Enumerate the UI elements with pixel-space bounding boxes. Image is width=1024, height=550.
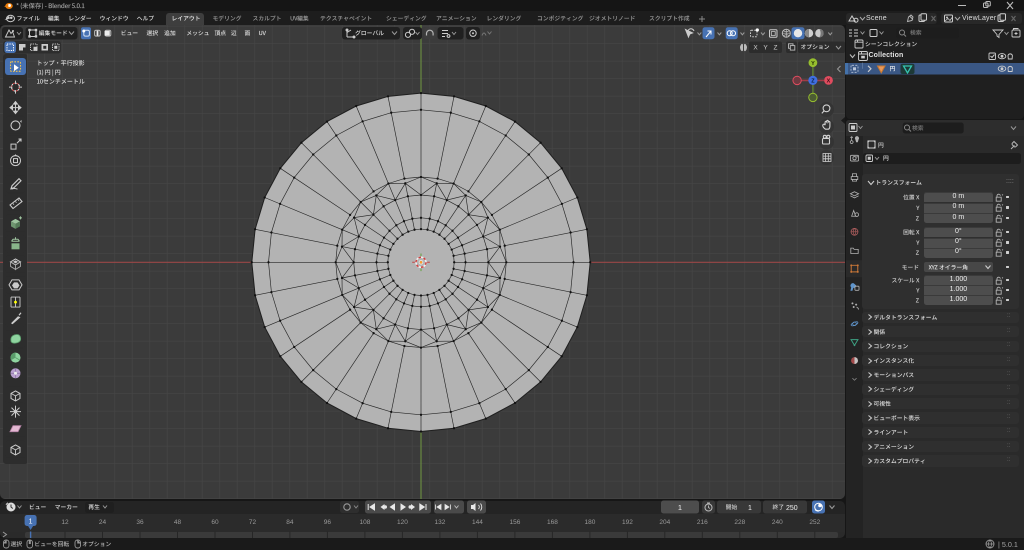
svg-text:228: 228: [734, 519, 745, 526]
svg-text:252: 252: [809, 519, 820, 526]
svg-text:108: 108: [359, 519, 370, 526]
svg-text:240: 240: [772, 519, 783, 526]
svg-text:72: 72: [249, 519, 257, 526]
svg-text:48: 48: [174, 519, 182, 526]
svg-text:192: 192: [622, 519, 633, 526]
svg-text:168: 168: [547, 519, 558, 526]
svg-text:216: 216: [697, 519, 708, 526]
svg-text:1: 1: [678, 503, 682, 512]
svg-text:12: 12: [61, 519, 69, 526]
svg-text:156: 156: [509, 519, 520, 526]
svg-text:180: 180: [584, 519, 595, 526]
svg-text:144: 144: [472, 519, 483, 526]
svg-text:96: 96: [324, 519, 332, 526]
svg-text:| 5.0.1: | 5.0.1: [998, 540, 1018, 549]
svg-text:1: 1: [748, 505, 752, 512]
svg-text:132: 132: [434, 519, 445, 526]
svg-text:X: X: [753, 45, 758, 52]
svg-text:36: 36: [136, 519, 144, 526]
svg-text:204: 204: [659, 519, 670, 526]
svg-text:Y: Y: [763, 45, 768, 52]
svg-text:120: 120: [397, 519, 408, 526]
svg-text:250: 250: [786, 505, 798, 512]
svg-text:24: 24: [99, 519, 107, 526]
svg-text:Z: Z: [774, 45, 778, 52]
svg-text:Y: Y: [811, 61, 815, 67]
svg-text:X: X: [827, 79, 831, 85]
svg-text:60: 60: [211, 519, 219, 526]
svg-text:84: 84: [286, 519, 294, 526]
svg-text:1: 1: [29, 518, 33, 525]
